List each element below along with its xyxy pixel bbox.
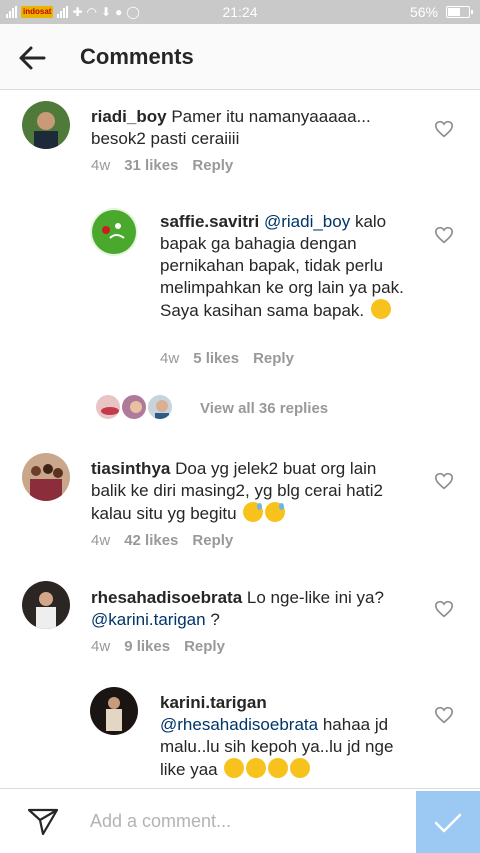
comment-username[interactable]: saffie.savitri bbox=[160, 212, 259, 231]
comment-username[interactable]: tiasinthya bbox=[91, 459, 170, 478]
mini-avatar bbox=[146, 393, 174, 421]
comment-username[interactable]: riadi_boy bbox=[91, 107, 167, 126]
header: Comments bbox=[0, 24, 480, 90]
avatar[interactable] bbox=[22, 453, 70, 501]
reply-avatars bbox=[94, 393, 174, 423]
post-button[interactable] bbox=[416, 791, 480, 853]
direct-send-icon[interactable] bbox=[26, 807, 60, 837]
arrow-left-icon bbox=[19, 46, 46, 70]
mini-avatar bbox=[94, 393, 122, 421]
page-title: Comments bbox=[80, 44, 194, 69]
likes-count[interactable]: 42 likes bbox=[124, 532, 178, 549]
comment-username[interactable]: karini.tarigan bbox=[160, 693, 267, 712]
grinning-sweat-icon bbox=[243, 502, 264, 522]
avatar[interactable] bbox=[90, 208, 138, 256]
comment-time: 4w bbox=[91, 157, 111, 174]
comment-time: 4w bbox=[160, 350, 180, 367]
reply-button[interactable]: Reply bbox=[184, 638, 225, 655]
back-button[interactable] bbox=[14, 40, 50, 76]
view-all-replies-link[interactable]: View all 36 replies bbox=[200, 400, 328, 417]
comment-meta: 4w 5 likes Reply bbox=[160, 350, 294, 367]
likes-count[interactable]: 5 likes bbox=[193, 350, 239, 367]
comment-text: Lo nge-like ini ya? bbox=[246, 588, 384, 607]
likes-count[interactable]: 9 likes bbox=[124, 638, 170, 655]
comment-body: tiasinthya Doa yg jelek2 buat org lain b… bbox=[91, 458, 411, 525]
comment-text-after: ? bbox=[210, 610, 220, 629]
squinting-tongue-icon bbox=[290, 758, 311, 778]
comment-meta: 4w 31 likes Reply bbox=[91, 157, 233, 174]
battery-icon bbox=[446, 6, 473, 18]
heart-icon[interactable] bbox=[434, 706, 454, 724]
comment-time: 4w bbox=[91, 638, 111, 655]
checkmark-icon bbox=[434, 813, 462, 832]
heart-icon[interactable] bbox=[434, 226, 454, 244]
mention-link[interactable]: @rhesahadisoebrata bbox=[160, 715, 318, 734]
heart-icon[interactable] bbox=[434, 600, 454, 618]
comment-time: 4w bbox=[91, 532, 111, 549]
comment-username[interactable]: rhesahadisoebrata bbox=[91, 588, 242, 607]
comment-composer bbox=[0, 788, 480, 853]
upside-down-face-icon bbox=[370, 299, 391, 319]
avatar[interactable] bbox=[22, 101, 70, 149]
reply-button[interactable]: Reply bbox=[192, 157, 233, 174]
comment-list[interactable]: riadi_boy Pamer itu namanyaaaaa... besok… bbox=[0, 91, 480, 788]
reply-button[interactable]: Reply bbox=[192, 532, 233, 549]
battery-percent: 56% bbox=[409, 4, 438, 20]
mini-avatar bbox=[120, 393, 148, 421]
clock: 21:24 bbox=[222, 4, 258, 20]
zany-face-icon bbox=[224, 758, 245, 778]
comment-meta: 4w 42 likes Reply bbox=[91, 532, 233, 549]
comment-meta: 4w 9 likes Reply bbox=[91, 638, 225, 655]
likes-count[interactable]: 31 likes bbox=[124, 157, 178, 174]
mention-link[interactable]: @riadi_boy bbox=[264, 212, 350, 231]
heart-icon[interactable] bbox=[434, 472, 454, 490]
comment-input[interactable] bbox=[80, 801, 410, 841]
avatar[interactable] bbox=[90, 687, 138, 735]
avatar[interactable] bbox=[22, 581, 70, 629]
comment-body: karini.tarigan @rhesahadisoebrata hahaa … bbox=[160, 692, 420, 781]
comment-body: rhesahadisoebrata Lo nge-like ini ya? @k… bbox=[91, 587, 411, 631]
view-replies-row[interactable]: View all 36 replies bbox=[94, 393, 328, 423]
grinning-sweat-icon bbox=[265, 502, 286, 522]
squinting-tongue-icon bbox=[246, 758, 267, 778]
comment-body: riadi_boy Pamer itu namanyaaaaa... besok… bbox=[91, 106, 411, 150]
status-bar: indosat ✚ ◠ ⬇ ● ◯ 21:24 56% bbox=[0, 0, 480, 24]
comment-body: saffie.savitri @riadi_boy kalo bapak ga … bbox=[160, 211, 420, 322]
heart-icon[interactable] bbox=[434, 120, 454, 138]
mention-link[interactable]: @karini.tarigan bbox=[91, 610, 206, 629]
squinting-tongue-icon bbox=[268, 758, 289, 778]
reply-button[interactable]: Reply bbox=[253, 350, 294, 367]
